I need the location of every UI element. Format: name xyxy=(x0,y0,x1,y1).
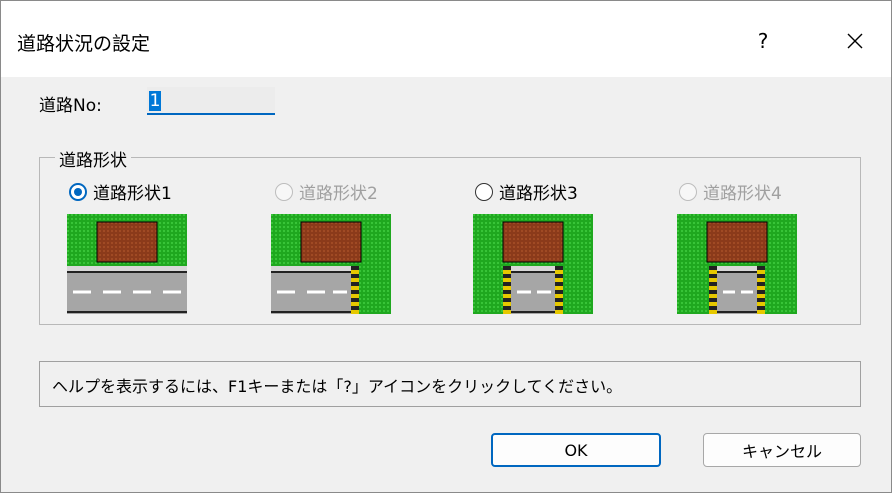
road-shape-option-1[interactable]: 道路形状1 xyxy=(69,179,172,204)
road-shape-2-image xyxy=(271,214,391,314)
road-shape-option-2-label: 道路形状2 xyxy=(299,184,378,204)
road-shape-option-3[interactable]: 道路形状3 xyxy=(475,179,578,204)
road-shape-group-label: 道路形状 xyxy=(55,146,131,171)
cancel-button[interactable]: キャンセル xyxy=(703,433,861,467)
road-no-label: 道路No: xyxy=(39,96,102,116)
ok-button[interactable]: OK xyxy=(491,433,661,467)
road-status-dialog: 道路状況の設定 ? 道路No: 1 道路形状 道路形状1 道路形状2 道路形状3… xyxy=(0,0,892,493)
road-no-selected-value: 1 xyxy=(149,91,161,111)
road-shape-option-3-label: 道路形状3 xyxy=(499,184,578,204)
radio-checked-icon xyxy=(69,182,87,201)
road-shape-option-2[interactable]: 道路形状2 xyxy=(275,179,378,204)
road-no-input[interactable] xyxy=(147,87,275,115)
radio-unchecked-icon xyxy=(475,182,493,201)
road-shape-option-1-label: 道路形状1 xyxy=(93,184,172,204)
radio-disabled-icon xyxy=(275,182,293,201)
title-bar: 道路状況の設定 ? xyxy=(1,1,891,77)
status-help-text: ヘルプを表示するには、F1キーまたは「?」アイコンをクリックしてください。 xyxy=(52,377,623,396)
road-shape-option-4[interactable]: 道路形状4 xyxy=(679,179,782,204)
radio-disabled-icon xyxy=(679,182,697,201)
close-icon xyxy=(847,33,863,49)
road-shape-3-image xyxy=(473,214,593,314)
road-shape-option-4-label: 道路形状4 xyxy=(703,184,782,204)
close-button[interactable] xyxy=(837,23,873,59)
status-bar: ヘルプを表示するには、F1キーまたは「?」アイコンをクリックしてください。 xyxy=(39,361,861,407)
road-shape-1-image xyxy=(67,214,187,314)
dialog-title: 道路状況の設定 xyxy=(17,33,151,55)
road-shape-4-image xyxy=(677,214,797,314)
help-button[interactable]: ? xyxy=(745,23,781,59)
